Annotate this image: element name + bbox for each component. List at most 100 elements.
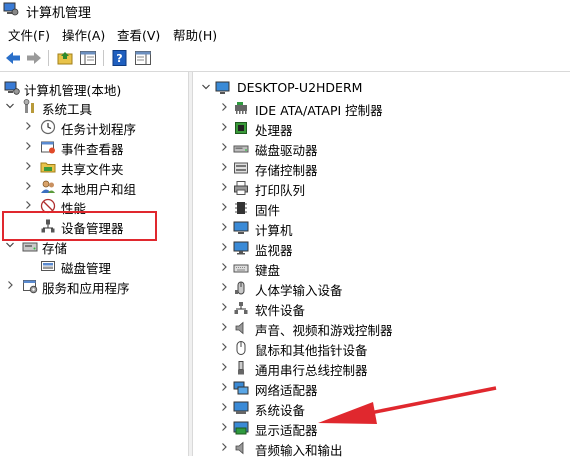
tree-item-desktop-root[interactable]: DESKTOP-U2HDERM	[193, 78, 570, 98]
device-category-item[interactable]: 音频输入和输出	[193, 438, 570, 458]
monitor-icon	[233, 241, 249, 255]
chevron-right-icon[interactable]	[23, 120, 33, 132]
chevron-right-icon[interactable]	[219, 321, 229, 333]
chevron-right-icon[interactable]	[219, 421, 229, 433]
device-category-item[interactable]: 计算机	[193, 218, 570, 238]
chevron-right-icon[interactable]	[219, 141, 229, 153]
chevron-right-icon[interactable]	[5, 279, 15, 291]
tree-label: 处理器	[255, 123, 293, 138]
mouse-icon	[236, 341, 246, 355]
computer-management-icon	[3, 2, 19, 16]
chevron-right-icon[interactable]	[219, 441, 229, 453]
device-category-item[interactable]: 软件设备	[193, 298, 570, 318]
tree-label: 软件设备	[255, 303, 306, 318]
ide-controller-icon	[235, 102, 247, 114]
chevron-right-icon[interactable]	[219, 401, 229, 413]
chevron-right-icon[interactable]	[219, 201, 229, 213]
tree-item-task-scheduler[interactable]: 任务计划程序	[0, 117, 188, 137]
back-arrow-icon[interactable]	[4, 49, 22, 67]
clock-icon	[40, 119, 56, 135]
svg-text:?: ?	[116, 52, 122, 65]
device-category-item[interactable]: 系统设备	[193, 398, 570, 418]
device-category-item[interactable]: 鼠标和其他指针设备	[193, 338, 570, 358]
menu-help[interactable]: 帮助(H)	[173, 25, 217, 44]
menu-view[interactable]: 查看(V)	[117, 25, 160, 44]
hid-icon	[235, 281, 245, 295]
toolbar-separator	[103, 50, 104, 66]
chevron-right-icon[interactable]	[219, 101, 229, 113]
device-category-item[interactable]: 键盘	[193, 258, 570, 278]
toolbar: ?	[0, 44, 570, 72]
properties-pane-icon[interactable]	[134, 49, 152, 67]
device-category-item[interactable]: 人体学输入设备	[193, 278, 570, 298]
tree-label: 服务和应用程序	[42, 281, 130, 296]
tree-label: 打印队列	[255, 183, 306, 198]
device-category-item[interactable]: IDE ATA/ATAPI 控制器	[193, 98, 570, 118]
tree-item-disk-management[interactable]: 磁盘管理	[0, 256, 188, 276]
tree-label: 任务计划程序	[61, 122, 137, 137]
chevron-right-icon[interactable]	[23, 199, 33, 211]
tree-label: IDE ATA/ATAPI 控制器	[255, 103, 383, 118]
chevron-down-icon[interactable]	[201, 81, 211, 93]
chevron-right-icon[interactable]	[219, 241, 229, 253]
chevron-right-icon[interactable]	[219, 341, 229, 353]
menu-bar: 文件(F) 操作(A) 查看(V) 帮助(H)	[0, 22, 570, 44]
chevron-down-icon[interactable]	[5, 100, 15, 112]
disk-management-icon	[41, 261, 55, 271]
tree-label: 磁盘管理	[61, 261, 112, 276]
tree-label: 键盘	[255, 263, 281, 278]
menu-action[interactable]: 操作(A)	[62, 25, 105, 44]
device-category-item[interactable]: 网络适配器	[193, 378, 570, 398]
toolbar-separator	[48, 50, 49, 66]
help-icon[interactable]: ?	[111, 49, 129, 67]
chevron-right-icon[interactable]	[219, 181, 229, 193]
software-device-icon	[234, 302, 248, 314]
network-adapter-icon	[233, 381, 249, 395]
chevron-right-icon[interactable]	[219, 361, 229, 373]
chevron-right-icon[interactable]	[219, 261, 229, 273]
device-category-item[interactable]: 磁盘驱动器	[193, 138, 570, 158]
disk-drive-icon	[233, 145, 249, 153]
tree-item-local-users[interactable]: 本地用户和组	[0, 177, 188, 197]
chevron-right-icon[interactable]	[219, 161, 229, 173]
tree-item-services-apps[interactable]: 服务和应用程序	[0, 276, 188, 296]
device-category-item[interactable]: 监视器	[193, 238, 570, 258]
device-category-item[interactable]: 固件	[193, 198, 570, 218]
chevron-right-icon[interactable]	[23, 140, 33, 152]
system-device-icon	[233, 401, 249, 414]
tree-label: DESKTOP-U2HDERM	[237, 80, 363, 95]
shared-folder-icon	[40, 162, 56, 173]
menu-file[interactable]: 文件(F)	[8, 25, 50, 44]
device-category-item[interactable]: 打印队列	[193, 178, 570, 198]
chevron-right-icon[interactable]	[219, 121, 229, 133]
show-hide-tree-icon[interactable]	[79, 49, 97, 67]
tree-item-computer-management[interactable]: 计算机管理(本地)	[0, 78, 188, 98]
tools-icon	[23, 99, 34, 113]
chevron-right-icon[interactable]	[23, 160, 33, 172]
chevron-right-icon[interactable]	[23, 180, 33, 192]
tree-label: 人体学输入设备	[255, 283, 343, 298]
device-category-item[interactable]: 处理器	[193, 118, 570, 138]
forward-arrow-icon[interactable]	[25, 49, 43, 67]
window-title: 计算机管理	[26, 6, 92, 21]
device-category-item[interactable]: 存储控制器	[193, 158, 570, 178]
device-category-item[interactable]: 显示适配器	[193, 418, 570, 438]
chevron-right-icon[interactable]	[219, 381, 229, 393]
chevron-right-icon[interactable]	[219, 301, 229, 313]
tree-label: 监视器	[255, 243, 293, 258]
up-folder-icon[interactable]	[56, 49, 74, 67]
tree-item-shared-folders[interactable]: 共享文件夹	[0, 157, 188, 177]
tree-item-system-tools[interactable]: 系统工具	[0, 97, 188, 117]
chevron-right-icon[interactable]	[219, 221, 229, 233]
chevron-right-icon[interactable]	[219, 281, 229, 293]
device-category-item[interactable]: 通用串行总线控制器	[193, 358, 570, 378]
tree-label: 显示适配器	[255, 423, 318, 438]
tree-label: 系统工具	[42, 102, 93, 117]
tree-label: 事件查看器	[61, 142, 124, 157]
tree-label: 磁盘驱动器	[255, 143, 318, 158]
tree-label: 通用串行总线控制器	[255, 363, 368, 378]
device-category-item[interactable]: 声音、视频和游戏控制器	[193, 318, 570, 338]
tree-item-event-viewer[interactable]: 事件查看器	[0, 137, 188, 157]
tree-label: 网络适配器	[255, 383, 318, 398]
title-bar: 计算机管理	[0, 0, 570, 21]
